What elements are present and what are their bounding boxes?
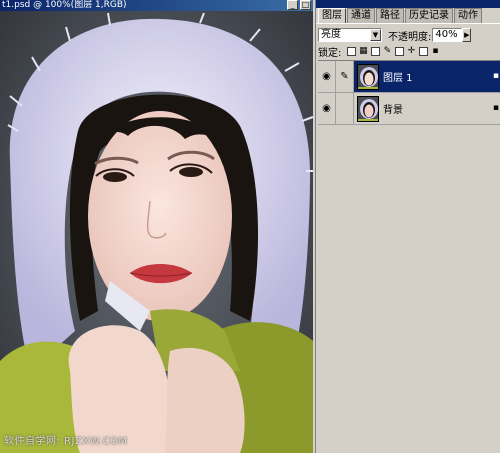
minimize-button[interactable]: _ xyxy=(287,0,298,10)
tab-history[interactable]: 历史记录 xyxy=(405,8,453,23)
lock-position-checkbox[interactable] xyxy=(395,46,405,56)
maximize-button[interactable]: □ xyxy=(300,0,311,10)
blend-mode-value: 亮度 xyxy=(321,29,341,40)
tab-divider xyxy=(316,23,500,24)
paintbrush-icon: ✎ xyxy=(383,46,392,56)
window-controls: _ □ xyxy=(287,0,311,10)
lock-image-checkbox[interactable] xyxy=(371,46,381,56)
lock-label: 锁定: xyxy=(318,47,342,59)
tab-layers[interactable]: 图层 xyxy=(318,8,346,24)
lock-icon: ▪ xyxy=(432,46,439,56)
tab-paths[interactable]: 路径 xyxy=(376,8,404,23)
watermark-text: 软件自学网: RJZXW.COM xyxy=(4,436,128,447)
layer-name: 图层 1 xyxy=(383,73,413,84)
layer-name: 背景 xyxy=(383,105,403,116)
layer-row-layer1[interactable]: ◉ ✎ 图层 1 ▪ xyxy=(318,61,500,93)
layer-thumbnail xyxy=(357,63,379,90)
blend-mode-select[interactable]: 亮度 ▼ xyxy=(318,28,382,42)
image-canvas[interactable]: 软件自学网: RJZXW.COM xyxy=(0,11,313,453)
lock-all-checkbox[interactable] xyxy=(419,46,429,56)
palette-titlebar[interactable] xyxy=(316,0,500,8)
move-icon: ✛ xyxy=(407,46,416,56)
layer-list: ◉ ✎ 图层 1 ▪ ◉ 背景 ▪ xyxy=(318,60,500,453)
paintbrush-icon[interactable]: ✎ xyxy=(336,61,354,92)
document-window: t1.psd @ 100%(图层 1,RGB) _ □ 软件自学网: RJZXW… xyxy=(0,0,313,453)
document-title: t1.psd @ 100%(图层 1,RGB) xyxy=(2,0,127,10)
link-slot[interactable] xyxy=(336,93,354,124)
lock-transparency-checkbox[interactable] xyxy=(347,46,357,56)
lock-icon: ▪ xyxy=(492,71,499,81)
eye-icon[interactable]: ◉ xyxy=(318,61,336,92)
opacity-label: 不透明度: xyxy=(388,31,432,43)
tab-actions[interactable]: 动作 xyxy=(454,8,482,23)
transparency-icon: ▦ xyxy=(359,46,368,56)
opacity-slider-arrow-icon[interactable]: ▶ xyxy=(462,28,472,42)
chevron-down-icon[interactable]: ▼ xyxy=(370,29,381,41)
tab-channels[interactable]: 通道 xyxy=(347,8,375,23)
lock-icon: ▪ xyxy=(492,103,499,113)
document-titlebar[interactable]: t1.psd @ 100%(图层 1,RGB) _ □ xyxy=(0,0,313,11)
portrait-image xyxy=(0,11,313,453)
blend-opacity-row: 亮度 ▼ 不透明度: 40% ▶ xyxy=(318,27,498,43)
layers-palette: 图层 通道 路径 历史记录 动作 亮度 ▼ 不透明度: 40% ▶ 锁定: ▦ … xyxy=(315,0,500,453)
lock-row: 锁定: ▦ ✎ ✛ ▪ xyxy=(318,44,498,59)
palette-tabs: 图层 通道 路径 历史记录 动作 xyxy=(318,8,483,24)
eye-icon[interactable]: ◉ xyxy=(318,93,336,124)
layer-thumbnail xyxy=(357,95,379,122)
opacity-input[interactable]: 40% xyxy=(432,28,463,42)
layer-row-background[interactable]: ◉ 背景 ▪ xyxy=(318,93,500,125)
